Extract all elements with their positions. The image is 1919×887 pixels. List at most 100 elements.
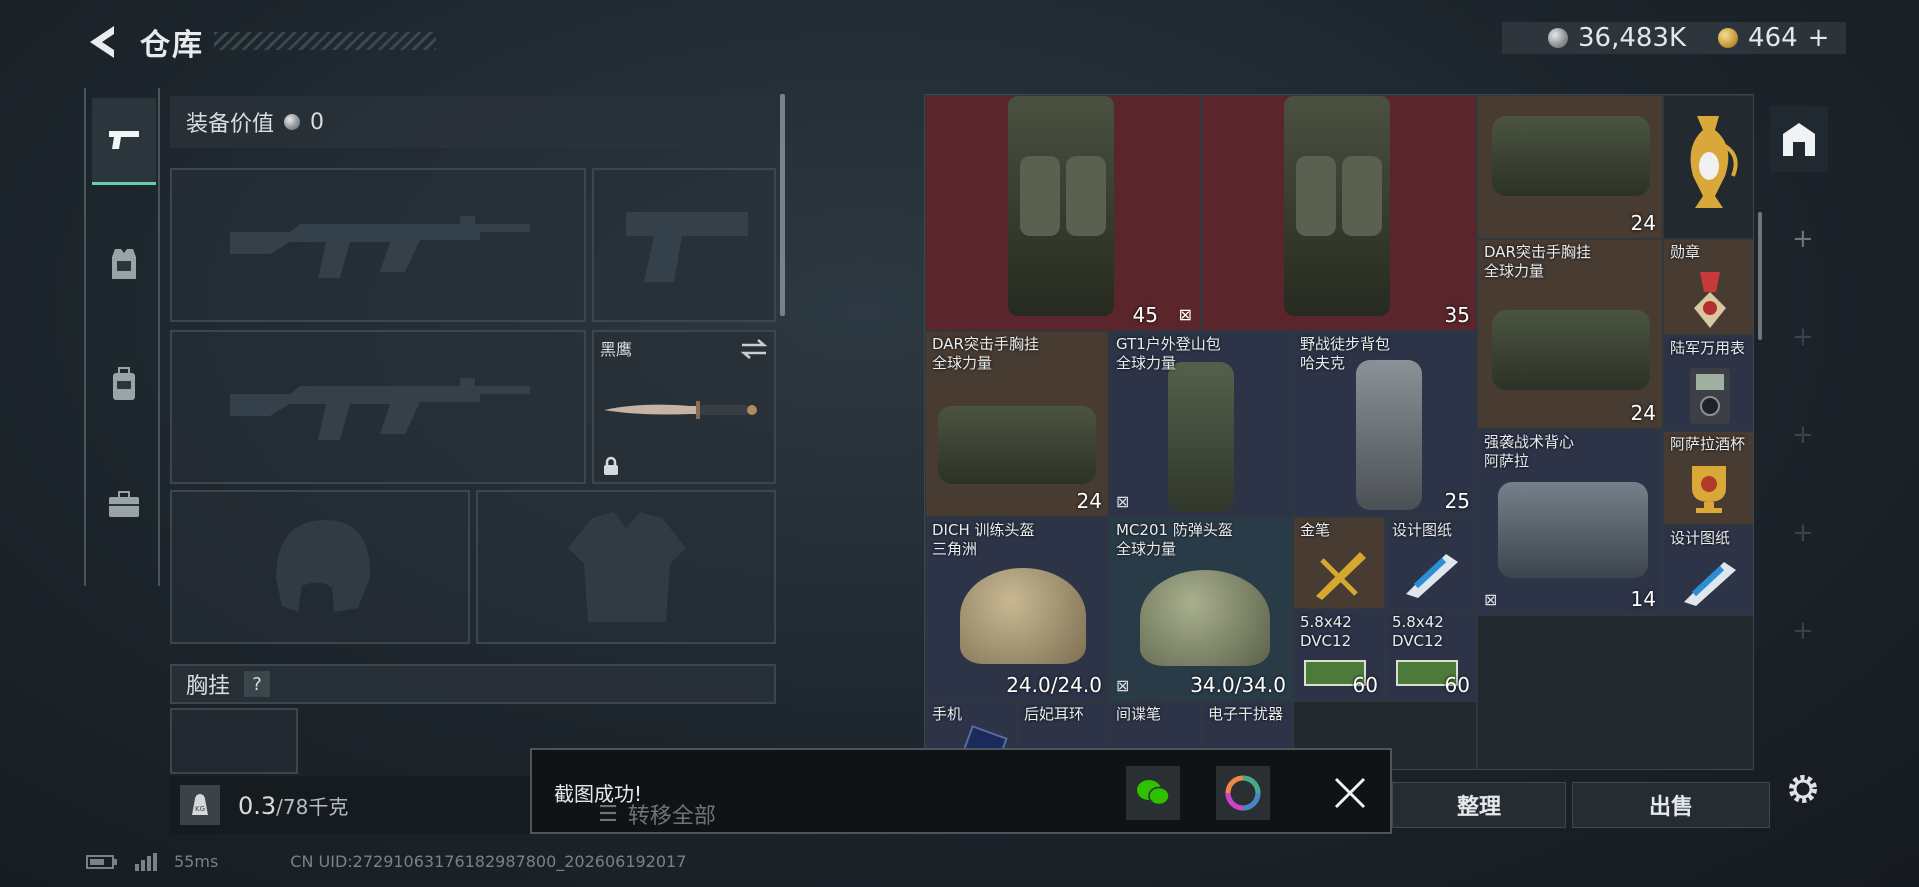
weight-current: 0.3 xyxy=(238,791,277,820)
blueprint-icon xyxy=(1684,562,1736,606)
secondary-weapon-slot[interactable] xyxy=(170,330,586,484)
item-name: 设计图纸 xyxy=(1670,529,1731,547)
item-count: 24 xyxy=(1630,211,1656,235)
add-gold-button[interactable]: + xyxy=(1808,23,1830,53)
inventory-item[interactable]: 强袭战术背心 阿萨拉 ⊠ 14 xyxy=(1477,429,1663,615)
inventory-item[interactable]: DAR突击手胸挂 全球力量 24 xyxy=(1477,239,1663,429)
item-name: 陆军万用表 xyxy=(1670,339,1746,357)
helmet-silhouette-icon xyxy=(276,520,371,612)
gold-pen-icon xyxy=(1316,552,1366,600)
add-storage-button[interactable]: + xyxy=(1792,322,1814,352)
inventory-item[interactable]: 野战徒步背包 哈夫克 25 xyxy=(1293,331,1477,517)
gold-cup-icon xyxy=(1692,466,1726,513)
share-app-button[interactable] xyxy=(1216,766,1270,820)
add-storage-button[interactable]: + xyxy=(1792,616,1814,646)
category-nav xyxy=(84,88,160,586)
briefcase-icon xyxy=(109,491,139,517)
equipment-scrollbar[interactable] xyxy=(780,94,785,316)
item-name: DICH 训练头盔 三角洲 xyxy=(932,521,1035,558)
no-insure-icon: ⊠ xyxy=(1178,305,1192,324)
helmet-slot[interactable] xyxy=(170,490,470,644)
share-wechat-button[interactable] xyxy=(1126,766,1180,820)
item-name: 电子干扰器 xyxy=(1208,705,1284,723)
knife-icon xyxy=(604,401,757,419)
item-name: DAR突击手胸挂 全球力量 xyxy=(932,335,1039,372)
inventory-item[interactable]: 5.8x42 DVC12 60 xyxy=(1293,609,1385,701)
title-decoration xyxy=(214,32,436,50)
inventory-item[interactable]: 5.8x42 DVC12 60 xyxy=(1385,609,1477,701)
sell-button[interactable]: 出售 xyxy=(1572,782,1770,828)
chest-rig-slot[interactable] xyxy=(170,708,298,774)
toast-message: 截图成功! xyxy=(554,782,643,806)
inventory-item[interactable]: 金笔 xyxy=(1293,517,1385,609)
inventory-item[interactable]: DAR突击手胸挂 全球力量 24 xyxy=(925,331,1109,517)
close-button[interactable] xyxy=(1332,775,1368,811)
uid-text: CN UID:272910631761829878​00_20260619201… xyxy=(290,852,687,871)
body-armor-slot[interactable] xyxy=(476,490,776,644)
item-count: 14 xyxy=(1630,587,1656,611)
melee-slot[interactable]: 黑鹰 xyxy=(592,330,776,484)
inventory-item[interactable]: 45 ⊠ xyxy=(925,95,1201,331)
item-name: 设计图纸 xyxy=(1392,521,1453,539)
item-name: MC201 防弹头盔 全球力量 xyxy=(1116,521,1233,558)
inventory-item[interactable]: 勋章 xyxy=(1663,239,1753,335)
ping: 55ms xyxy=(174,852,219,871)
primary-weapon-slot[interactable] xyxy=(170,168,586,322)
item-name: 后妃耳环 xyxy=(1024,705,1085,723)
inventory-item[interactable]: 设计图纸 xyxy=(1663,525,1753,615)
multimeter-icon xyxy=(1690,368,1730,424)
inventory-item[interactable]: GT1户外登山包 全球力量 ⊠ xyxy=(1109,331,1293,517)
gear-icon xyxy=(1789,775,1817,803)
back-arrow-icon xyxy=(90,26,114,58)
gold-coin-icon xyxy=(1718,28,1739,48)
silver-coin-icon xyxy=(1548,28,1568,48)
empty-slot[interactable] xyxy=(1477,615,1753,769)
inventory-item[interactable]: 35 xyxy=(1201,95,1477,331)
item-name: DAR突击手胸挂 全球力量 xyxy=(1484,243,1591,280)
equipment-value: 0 xyxy=(310,109,325,135)
inventory-scrollbar[interactable] xyxy=(1758,212,1762,340)
nav-weapons[interactable] xyxy=(92,98,156,185)
medal-icon xyxy=(1694,272,1726,328)
blueprint-icon xyxy=(1406,554,1458,598)
nav-helmet-armor[interactable] xyxy=(92,222,156,306)
add-storage-button[interactable]: + xyxy=(1792,518,1814,548)
inventory-item[interactable]: 设计图纸 xyxy=(1385,517,1477,609)
inventory-item[interactable]: MC201 防弹头盔 全球力量 ⊠ 34.0/34.0 xyxy=(1109,517,1293,701)
organize-button[interactable]: 整理 xyxy=(1392,782,1566,828)
silver-amount: 36,483K xyxy=(1578,23,1687,53)
inventory-item[interactable]: 24 xyxy=(1477,95,1663,239)
swap-icon[interactable] xyxy=(740,338,768,360)
add-storage-button[interactable]: + xyxy=(1792,224,1814,254)
settings-button[interactable] xyxy=(1786,772,1820,806)
inventory-item[interactable]: 陆军万用表 xyxy=(1663,335,1753,431)
nav-backpack[interactable] xyxy=(92,342,156,426)
item-name: 5.8x42 DVC12 xyxy=(1392,613,1444,650)
storage-tab-main[interactable] xyxy=(1770,106,1828,172)
help-button[interactable]: ? xyxy=(244,671,271,697)
item-name: 5.8x42 DVC12 xyxy=(1300,613,1352,650)
weight-indicator: KG 0.3/78千克 xyxy=(170,776,530,834)
rifle-silhouette-icon xyxy=(230,378,530,440)
back-button[interactable] xyxy=(84,22,120,62)
item-name: GT1户外登山包 全球力量 xyxy=(1116,335,1221,372)
svg-text:KG: KG xyxy=(195,805,205,813)
nav-case[interactable] xyxy=(92,462,156,546)
no-insure-icon: ⊠ xyxy=(1116,676,1130,695)
pistol-silhouette-icon xyxy=(626,212,748,282)
item-count: 25 xyxy=(1444,489,1470,513)
equipment-value-label: 装备价值 xyxy=(186,112,275,137)
item-name: 强袭战术背心 阿萨拉 xyxy=(1484,433,1575,470)
weight-max: /78千克 xyxy=(276,794,349,819)
equipment-value-bar: 装备价值 0 xyxy=(170,96,776,148)
battery-icon xyxy=(86,854,117,869)
item-name: 阿萨拉酒杯 xyxy=(1670,435,1746,453)
inventory-item[interactable]: 阿萨拉酒杯 xyxy=(1663,431,1753,525)
inventory-item[interactable] xyxy=(1663,95,1753,239)
signal-icon xyxy=(135,852,157,871)
pistol-slot[interactable] xyxy=(592,168,776,322)
inventory-item[interactable]: DICH 训练头盔 三角洲 24.0/24.0 xyxy=(925,517,1109,701)
item-name: 间谍笔 xyxy=(1116,705,1162,723)
add-storage-button[interactable]: + xyxy=(1792,420,1814,450)
screenshot-toast: ☰ 转移全部 截图成功! xyxy=(530,748,1392,834)
